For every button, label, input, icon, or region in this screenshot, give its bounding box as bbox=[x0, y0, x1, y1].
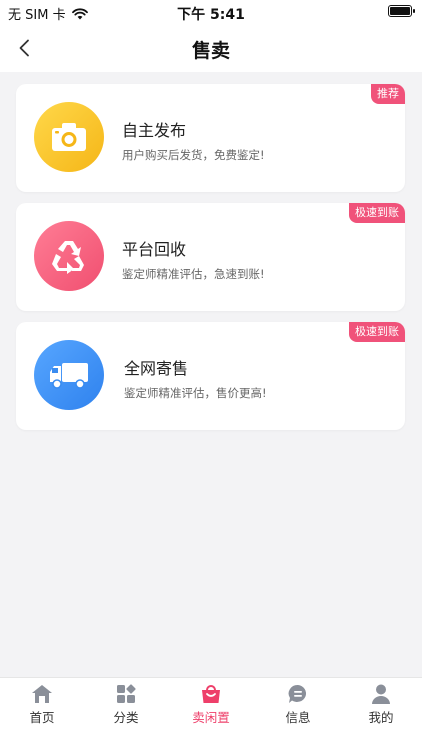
card-title: 平台回收 bbox=[122, 240, 187, 259]
tab-home[interactable]: 首页 bbox=[0, 678, 84, 750]
card-badge: 极速到账 bbox=[349, 203, 405, 223]
card-self-publish[interactable]: 自主发布 用户购买后发货，免费鉴定! 推荐 bbox=[16, 84, 405, 192]
user-icon bbox=[369, 682, 393, 706]
truck-icon bbox=[50, 363, 88, 389]
card-network-consign[interactable]: 全网寄售 鉴定师精准评估，售价更高! 极速到账 bbox=[16, 322, 405, 430]
shopping-bag-icon bbox=[199, 682, 223, 706]
tab-bar: 首页 分类 卖闲置 信息 我的 bbox=[0, 677, 422, 750]
recycle-icon bbox=[52, 241, 84, 274]
card-icon-circle bbox=[34, 340, 104, 410]
message-icon bbox=[286, 682, 310, 706]
tab-profile[interactable]: 我的 bbox=[339, 678, 422, 750]
card-description: 鉴定师精准评估，急速到账! bbox=[122, 267, 265, 281]
card-badge: 推荐 bbox=[371, 84, 405, 104]
tab-label: 卖闲置 bbox=[192, 710, 230, 725]
camera-icon bbox=[52, 123, 86, 151]
tab-label: 我的 bbox=[368, 710, 394, 725]
nav-bar: 售卖 bbox=[0, 24, 422, 72]
card-badge: 极速到账 bbox=[349, 322, 405, 342]
tab-label: 信息 bbox=[285, 710, 311, 725]
tab-label: 首页 bbox=[29, 710, 55, 725]
card-icon-circle bbox=[34, 102, 104, 172]
card-title: 自主发布 bbox=[122, 121, 187, 140]
page-title: 售卖 bbox=[191, 40, 230, 62]
home-icon bbox=[30, 682, 54, 706]
tab-label: 分类 bbox=[113, 710, 139, 725]
card-description: 用户购买后发货，免费鉴定! bbox=[122, 148, 265, 162]
card-icon-circle bbox=[34, 221, 104, 291]
tab-category[interactable]: 分类 bbox=[84, 678, 168, 750]
card-platform-recycle[interactable]: 平台回收 鉴定师精准评估，急速到账! 极速到账 bbox=[16, 203, 405, 311]
tab-messages[interactable]: 信息 bbox=[256, 678, 340, 750]
battery-icon bbox=[388, 5, 415, 17]
tab-sell[interactable]: 卖闲置 bbox=[169, 678, 253, 750]
status-time: 下午 5:41 bbox=[177, 7, 245, 23]
card-title: 全网寄售 bbox=[124, 359, 189, 378]
card-description: 鉴定师精准评估，售价更高! bbox=[124, 386, 267, 400]
status-bar: 无 SIM 卡 下午 5:41 bbox=[0, 0, 422, 24]
category-icon bbox=[114, 682, 138, 706]
